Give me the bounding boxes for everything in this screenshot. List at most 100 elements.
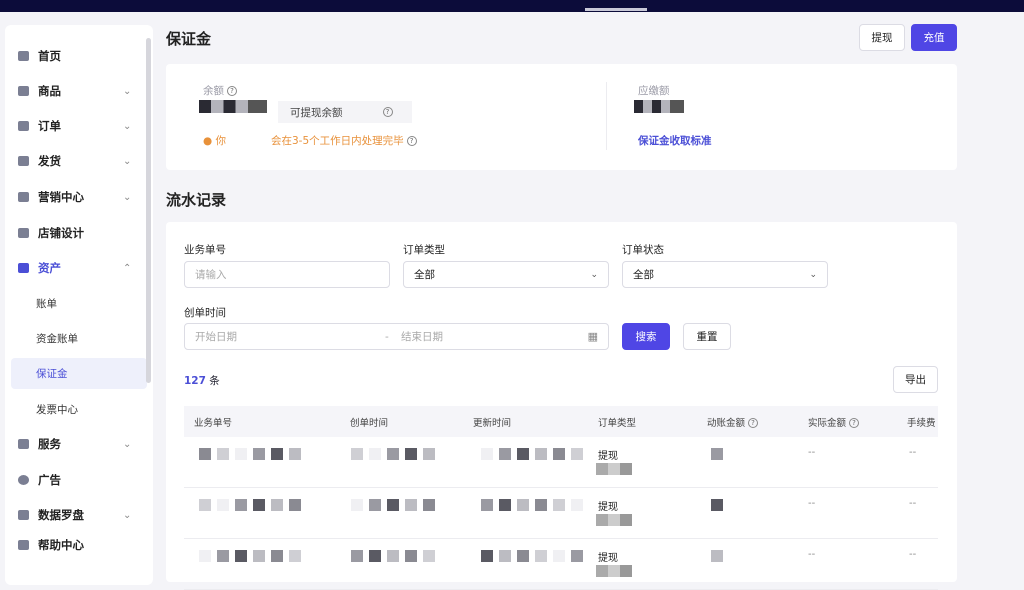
truck-icon (18, 156, 29, 166)
record-count: 127 条 (184, 373, 220, 388)
sidebar-item-shipping[interactable]: 发货 ⌄ (5, 146, 147, 176)
masked-cell (351, 499, 441, 511)
order-type-cell: 提现 (598, 553, 618, 564)
store-icon (18, 228, 29, 238)
table-row[interactable]: 提现 -- -- (184, 437, 938, 488)
sidebar-sub-fund-bill[interactable]: 资金账单 (11, 323, 147, 354)
masked-cell (481, 499, 589, 511)
sidebar-item-orders[interactable]: 订单 ⌄ (5, 111, 147, 141)
chevron-down-icon: ⌄ (123, 85, 132, 97)
sidebar-item-help[interactable]: 帮助中心 (5, 530, 147, 560)
megaphone-icon (18, 192, 29, 202)
masked-cell (711, 499, 729, 511)
recharge-button[interactable]: 充值 (911, 24, 957, 51)
calendar-icon: ▦ (587, 330, 598, 343)
records-table: 业务单号 创单时间 更新时间 订单类型 动账金额? 实际金额? 手续费 提现 --… (184, 406, 938, 590)
chevron-down-icon: ⌄ (123, 120, 132, 132)
help-icon: ? (227, 86, 237, 96)
count-unit: 条 (209, 375, 220, 387)
label: 营销中心 (38, 190, 84, 204)
value: 全部 (633, 269, 654, 281)
sidebar-item-data[interactable]: 数据罗盘 ⌄ (5, 500, 147, 530)
chart-icon (18, 510, 29, 520)
label: 广告 (38, 473, 61, 487)
table-row[interactable]: 提现 -- -- (184, 488, 938, 539)
help-icon: ? (849, 418, 860, 428)
chevron-up-icon: ⌃ (123, 262, 132, 274)
order-type-cell: 提现 (598, 451, 618, 462)
label: 首页 (38, 49, 61, 63)
withdraw-button[interactable]: 提现 (859, 24, 905, 51)
card-icon (18, 263, 29, 273)
sidebar-sub-deposit[interactable]: 保证金 (11, 358, 147, 389)
masked-cell (711, 550, 729, 562)
order-no-input[interactable]: 请输入 (184, 261, 390, 288)
start-date-input[interactable]: 开始日期 (195, 329, 385, 344)
sidebar-item-store-design[interactable]: 店铺设计 (5, 218, 147, 248)
actual-amount-cell: -- (808, 498, 816, 509)
order-type-label: 订单类型 (403, 244, 445, 256)
sidebar-item-marketing[interactable]: 营销中心 ⌄ (5, 182, 147, 212)
sidebar-item-home[interactable]: 首页 (5, 41, 147, 71)
sidebar-item-ads[interactable]: 广告 (5, 465, 147, 495)
processing-notice: ● 你会在3-5个工作日内处理完毕? (203, 133, 417, 148)
masked-cell (596, 463, 632, 475)
payable-label: 应缴额 (638, 85, 670, 97)
help-icon (18, 540, 29, 550)
top-bar-indicator (585, 8, 647, 11)
column-header: 创单时间 (350, 417, 389, 429)
label: 可提现余额 (290, 106, 343, 119)
withdrawable-balance: 可提现余额? (278, 101, 412, 123)
label: 发货 (38, 154, 61, 168)
reset-button[interactable]: 重置 (683, 323, 731, 350)
column-header: 动账金额? (707, 415, 759, 429)
order-icon (18, 121, 29, 131)
notice-prefix: 你 (215, 135, 227, 147)
balance-value (199, 100, 267, 116)
masked-cell (481, 550, 589, 562)
masked-cell (199, 550, 307, 562)
sidebar-item-assets[interactable]: 资产 ⌃ (5, 253, 147, 283)
masked-value (199, 100, 267, 113)
masked-cell (711, 448, 729, 460)
table-header: 业务单号 创单时间 更新时间 订单类型 动账金额? 实际金额? 手续费 (184, 406, 938, 437)
order-status-label: 订单状态 (622, 244, 664, 256)
actual-amount-cell: -- (808, 549, 816, 560)
balance-label: 余额? (203, 83, 237, 98)
label: 店铺设计 (38, 226, 84, 240)
page-title: 保证金 (166, 30, 212, 48)
created-time-label: 创单时间 (184, 307, 226, 319)
column-header: 更新时间 (473, 417, 512, 429)
date-range-picker[interactable]: 开始日期 - 结束日期 ▦ (184, 323, 609, 350)
chevron-down-icon: ⌄ (809, 269, 817, 280)
sidebar-scrollbar[interactable] (146, 38, 151, 383)
masked-cell (351, 448, 441, 460)
bag-icon (18, 86, 29, 96)
column-header: 订单类型 (598, 417, 637, 429)
export-button[interactable]: 导出 (893, 366, 938, 393)
sidebar-item-service[interactable]: 服务 ⌄ (5, 429, 147, 459)
search-button[interactable]: 搜索 (622, 323, 670, 350)
sidebar-sub-bill[interactable]: 账单 (11, 288, 147, 319)
chevron-down-icon: ⌄ (123, 155, 132, 167)
sidebar-sub-invoice[interactable]: 发票中心 (11, 394, 147, 425)
order-type-select[interactable]: 全部 ⌄ (403, 261, 609, 288)
home-icon (18, 51, 29, 61)
fee-cell: -- (909, 498, 917, 509)
label: 商品 (38, 84, 61, 98)
order-status-select[interactable]: 全部 ⌄ (622, 261, 828, 288)
table-row[interactable]: 提现 -- -- (184, 539, 938, 590)
label: 余额 (203, 85, 224, 97)
end-date-input[interactable]: 结束日期 (401, 329, 443, 344)
masked-cell (596, 565, 632, 577)
ad-icon (18, 475, 29, 485)
records-title: 流水记录 (166, 191, 227, 209)
chevron-down-icon: ⌄ (123, 438, 132, 450)
value: 全部 (414, 269, 435, 281)
sidebar-item-products[interactable]: 商品 ⌄ (5, 76, 147, 106)
deposit-standard-link[interactable]: 保证金收取标准 (638, 133, 712, 148)
label: 动账金额 (707, 417, 746, 429)
separator: - (385, 330, 389, 343)
masked-cell (199, 499, 307, 511)
top-bar (0, 0, 1024, 12)
